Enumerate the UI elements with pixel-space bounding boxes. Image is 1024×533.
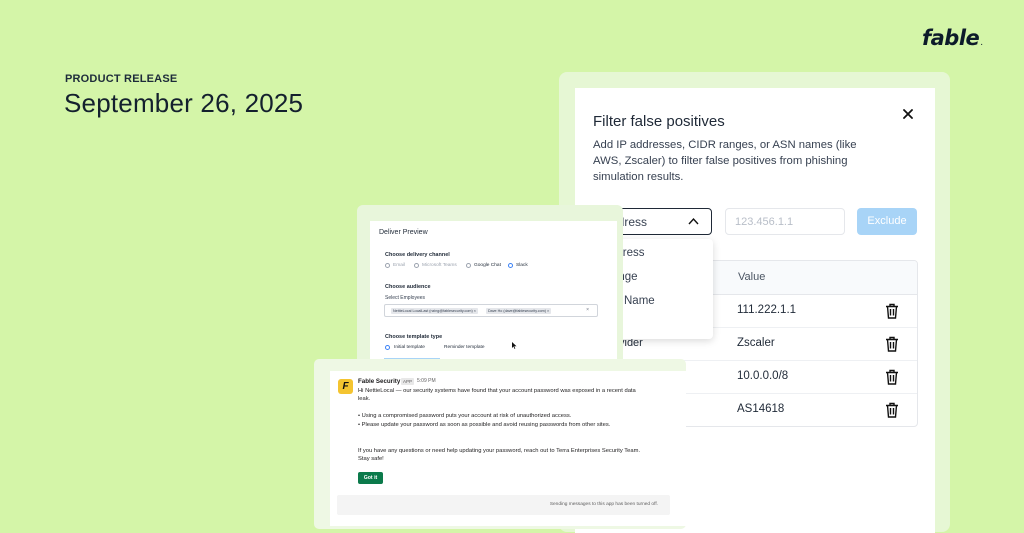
employee-chip-text: NettieLocal LocalLast (nzing@fablesecuri…	[393, 309, 473, 313]
radio-initial-template[interactable]	[385, 345, 390, 350]
eyebrow-label: PRODUCT RELEASE	[65, 73, 178, 85]
employee-chip[interactable]: NettieLocal LocalLast (nzing@fablesecuri…	[391, 308, 478, 314]
trash-icon[interactable]	[885, 369, 899, 385]
template-type-label: Choose template type	[385, 334, 443, 340]
channel-email-label: Email	[393, 263, 405, 268]
modal-title: Filter false positives	[593, 113, 725, 130]
mouse-cursor-icon	[512, 342, 517, 349]
sender-name: Fable Security	[358, 378, 401, 385]
message-bullet: • Using a compromised password puts your…	[358, 413, 572, 419]
employees-select-input[interactable]: NettieLocal LocalLast (nzing@fablesecuri…	[384, 304, 598, 317]
radio-email[interactable]	[385, 263, 390, 268]
row-value: 111.222.1.1	[737, 304, 797, 316]
trash-icon[interactable]	[885, 402, 899, 418]
template-reminder-label: Reminder template	[444, 345, 485, 350]
channel-google-chat-label: Google Chat	[474, 263, 501, 268]
message-bullet: • Please update your password as soon as…	[358, 422, 611, 428]
filter-value-input[interactable]: 123.456.1.1	[725, 208, 845, 235]
row-value: 10.0.0.0/8	[737, 370, 789, 382]
logo-mark: .	[980, 38, 983, 48]
employees-label: Select Employees	[385, 295, 426, 301]
deliver-preview-card: Deliver Preview Choose delivery channel …	[370, 221, 617, 360]
radio-microsoft-teams[interactable]	[414, 263, 419, 268]
value-column-header: Value	[738, 271, 766, 283]
channel-slack-label: Slack	[516, 263, 528, 268]
row-value: AS14618	[737, 403, 785, 415]
avatar: F	[338, 379, 353, 394]
slack-message-card: F Fable Security APP 5:09 PM Hi NettieLo…	[330, 371, 686, 526]
row-value: Zscaler	[737, 337, 775, 349]
message-greeting: Hi NettieLocal — our security systems ha…	[358, 388, 636, 402]
exclude-button[interactable]: Exclude	[857, 208, 917, 235]
employee-chip[interactable]: Dave Ho (dave@fablesecurity.com) ×	[486, 308, 552, 314]
employee-chip-text: Dave Ho (dave@fablesecurity.com)	[488, 309, 546, 313]
app-badge: APP	[401, 378, 415, 385]
composer-disabled-text: Sending messages to this app has been tu…	[549, 502, 658, 507]
logo-text: fable	[922, 26, 980, 50]
radio-reminder-template[interactable]	[436, 345, 441, 350]
channel-teams-label: Microsoft Teams	[422, 263, 457, 268]
fable-logo: fable.	[922, 26, 983, 50]
delivery-channel-label: Choose delivery channel	[385, 252, 450, 258]
message-time: 5:09 PM	[417, 378, 436, 384]
message-composer-disabled: Sending messages to this app has been tu…	[337, 495, 670, 515]
trash-icon[interactable]	[885, 336, 899, 352]
template-initial-label: Initial template	[394, 345, 425, 350]
preview-title: Deliver Preview	[379, 229, 428, 236]
trash-icon[interactable]	[885, 303, 899, 319]
release-date-heading: September 26, 2025	[64, 88, 304, 118]
radio-slack[interactable]	[508, 263, 513, 268]
chevron-up-icon	[688, 217, 699, 225]
radio-google-chat[interactable]	[466, 263, 471, 268]
modal-description: Add IP addresses, CIDR ranges, or ASN na…	[593, 139, 857, 183]
clear-icon[interactable]: ×	[586, 307, 589, 313]
dropdown-option-name[interactable]: Name	[624, 295, 655, 307]
audience-label: Choose audience	[385, 284, 431, 290]
close-icon[interactable]	[900, 106, 916, 122]
message-closing: If you have any questions or need help u…	[358, 448, 641, 462]
got-it-button[interactable]: Got it	[358, 472, 383, 484]
